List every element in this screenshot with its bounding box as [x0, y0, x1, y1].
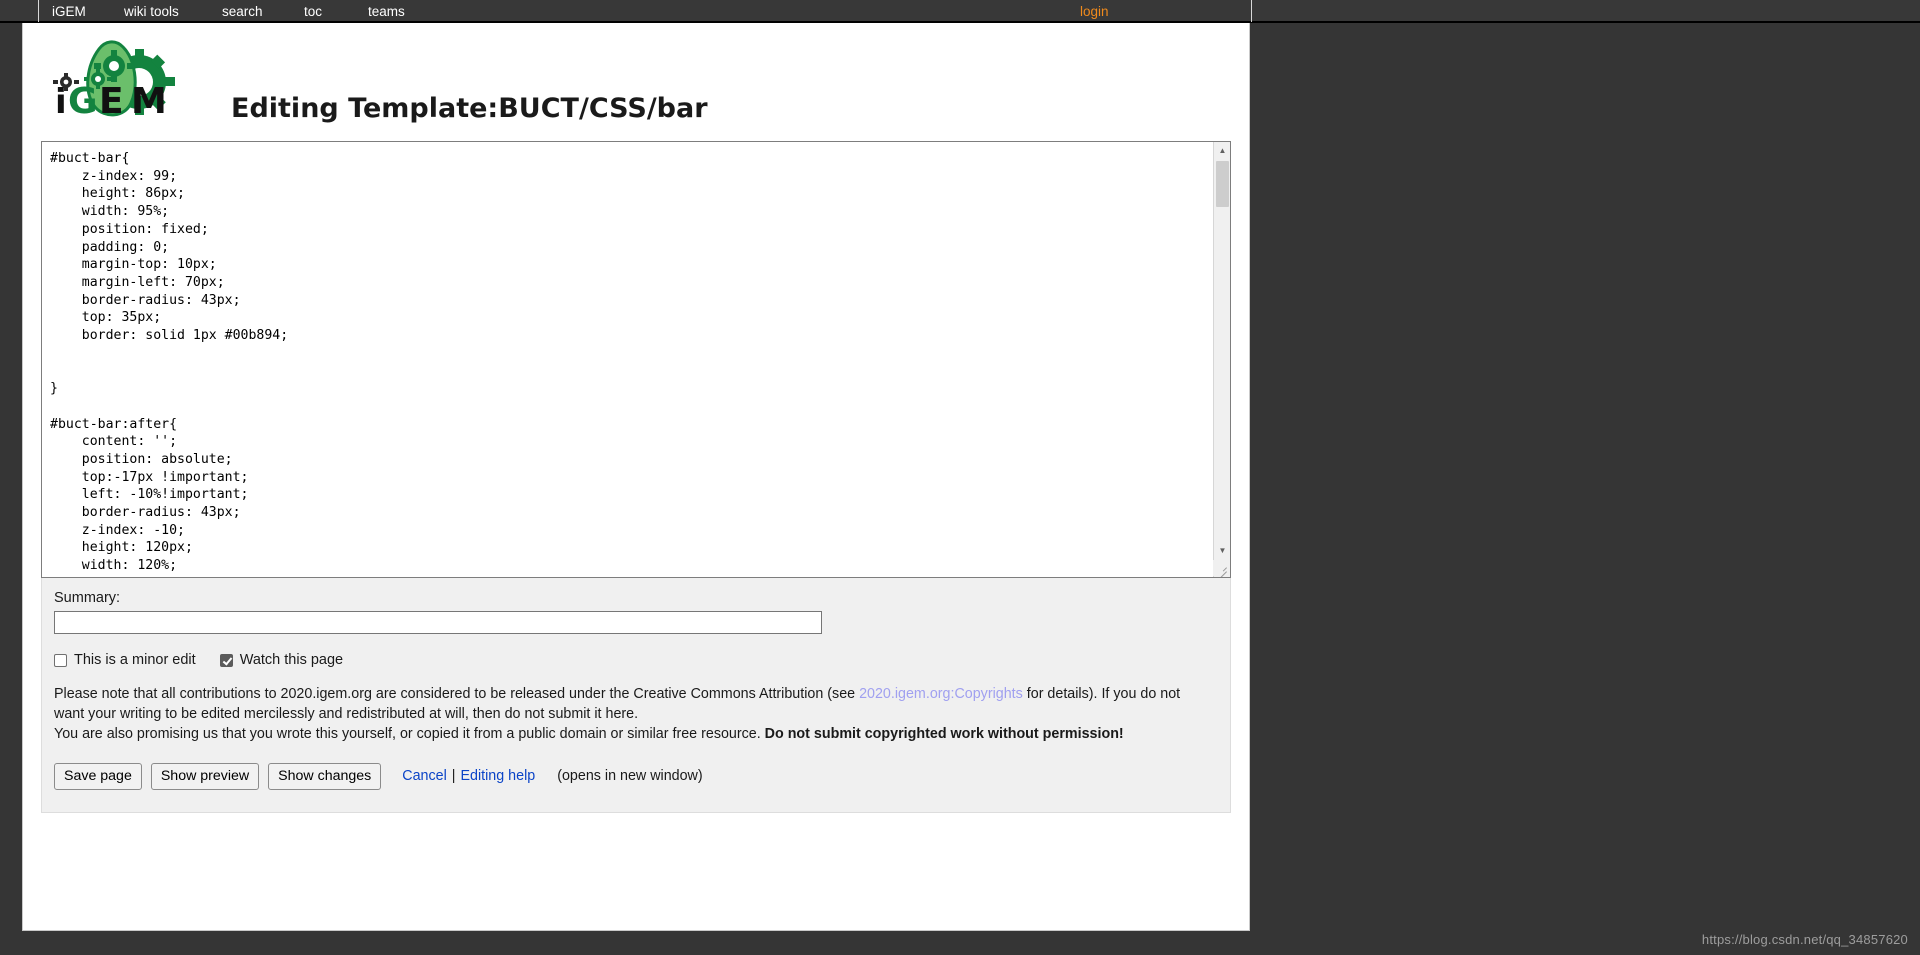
- wikitext-textarea[interactable]: [42, 142, 1214, 577]
- textarea-scrollbar[interactable]: ▲ ▼: [1213, 142, 1230, 577]
- show-changes-button[interactable]: Show changes: [268, 762, 382, 790]
- opens-in-new-window-note: (opens in new window): [557, 768, 703, 785]
- svg-text:E: E: [99, 81, 124, 122]
- nav-item-login[interactable]: login: [1080, 3, 1109, 20]
- top-navbar: iGEM wiki tools search toc teams login: [0, 0, 1920, 23]
- nav-item-wiki-tools[interactable]: wiki tools: [124, 3, 179, 20]
- copyrights-link[interactable]: 2020.igem.org:Copyrights: [859, 686, 1023, 702]
- show-preview-button[interactable]: Show preview: [150, 762, 260, 790]
- navbar-right-divider: [1251, 0, 1252, 22]
- scroll-down-arrow-icon[interactable]: ▼: [1214, 542, 1230, 559]
- legal-text-1a: Please note that all contributions to 20…: [54, 686, 860, 702]
- svg-text:i: i: [55, 82, 67, 122]
- svg-text:M: M: [131, 81, 167, 122]
- save-page-button[interactable]: Save page: [54, 762, 142, 790]
- watch-page-label: Watch this page: [239, 652, 344, 668]
- minor-edit-label: This is a minor edit: [74, 652, 196, 668]
- nav-item-toc[interactable]: toc: [304, 3, 322, 20]
- navbar-left-divider: [38, 0, 39, 22]
- summary-label: Summary:: [54, 590, 121, 606]
- edit-checkboxes-row: This is a minor edit Watch this page: [54, 652, 1218, 668]
- nav-item-search[interactable]: search: [222, 3, 263, 20]
- igem-logo[interactable]: i G E M: [43, 27, 178, 122]
- legal-text-bold: Do not submit copyrighted work without p…: [764, 726, 1124, 743]
- minor-edit-checkbox[interactable]: [54, 653, 67, 667]
- scrollbar-thumb[interactable]: [1216, 161, 1229, 207]
- summary-input[interactable]: [54, 611, 822, 634]
- page-header: i G E M Editing Template:BUCT/CSS/bar: [23, 23, 1249, 125]
- legal-paragraph-1: Please note that all contributions to 20…: [54, 685, 1214, 724]
- cancel-link[interactable]: Cancel: [402, 768, 447, 784]
- nav-item-igem[interactable]: iGEM: [52, 3, 86, 20]
- resize-grip-icon[interactable]: [1213, 560, 1229, 577]
- watch-page-checkbox[interactable]: [219, 653, 233, 667]
- nav-item-teams[interactable]: teams: [368, 3, 405, 20]
- legal-notice: Please note that all contributions to 20…: [54, 685, 1214, 745]
- editing-help-link[interactable]: Editing help: [460, 768, 535, 784]
- svg-text:G: G: [68, 81, 98, 122]
- screen-root: iGEM wiki tools search toc teams login i…: [0, 0, 1920, 955]
- wikitext-editor[interactable]: ▲ ▼: [41, 141, 1231, 578]
- page-title: Editing Template:BUCT/CSS/bar: [231, 93, 708, 125]
- csdn-watermark: https://blog.csdn.net/qq_34857620: [1701, 932, 1908, 947]
- legal-text-2a: You are also promising us that you wrote…: [54, 726, 765, 743]
- page-panel: i G E M Editing Template:BUCT/CSS/bar ▲ …: [22, 23, 1250, 931]
- legal-paragraph-2: You are also promising us that you wrote…: [54, 725, 1214, 745]
- link-separator: |: [451, 768, 456, 785]
- action-buttons-row: Save page Show preview Show changes Canc…: [54, 762, 1218, 790]
- edit-form: ▲ ▼ Summary: This is a minor edit Watch …: [41, 141, 1231, 813]
- scroll-up-arrow-icon[interactable]: ▲: [1214, 142, 1230, 159]
- edit-options-panel: Summary: This is a minor edit Watch this…: [41, 578, 1231, 813]
